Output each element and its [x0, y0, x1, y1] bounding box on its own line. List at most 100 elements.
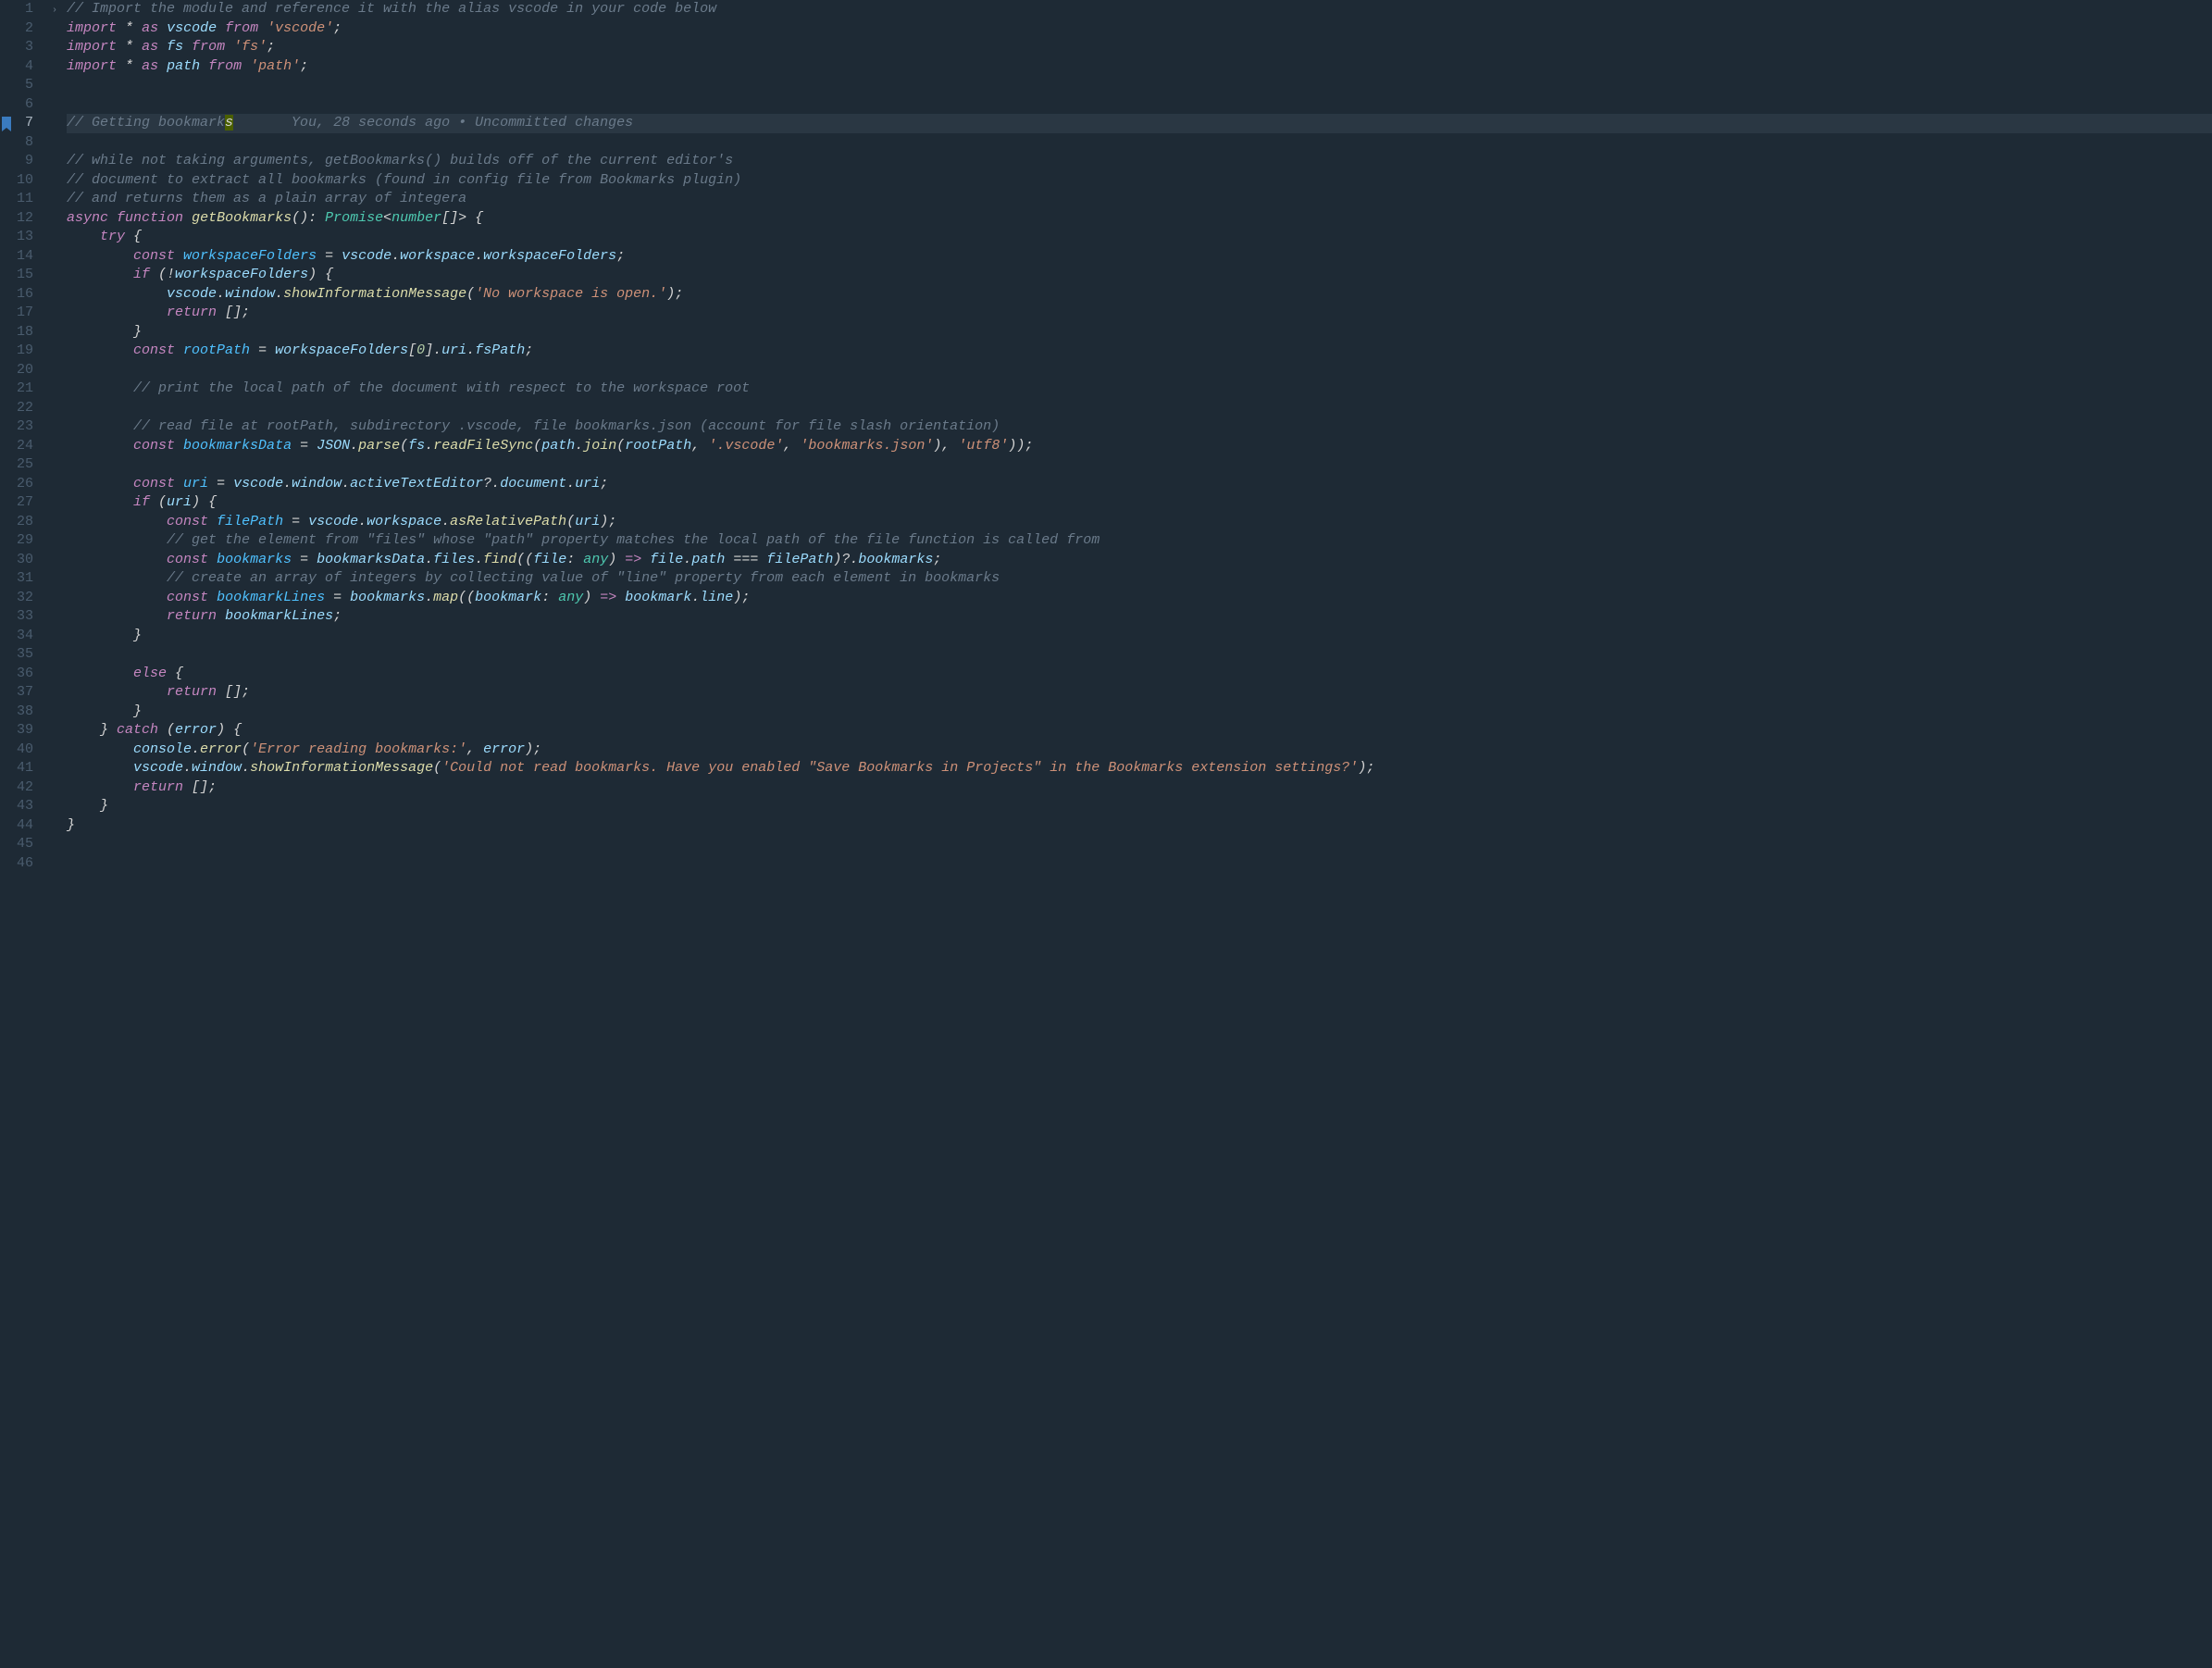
line-number: 22	[15, 399, 33, 418]
code-line[interactable]: return [];	[67, 778, 2212, 798]
code-line[interactable]	[67, 95, 2212, 115]
line-number: 32	[15, 589, 33, 608]
code-line[interactable]	[67, 133, 2212, 153]
code-line[interactable]: async function getBookmarks(): Promise<n…	[67, 209, 2212, 229]
line-number: 19	[15, 342, 33, 361]
line-number: 12	[15, 209, 33, 229]
line-number: 43	[15, 797, 33, 816]
line-number: 9	[15, 152, 33, 171]
line-number: 44	[15, 816, 33, 836]
code-line[interactable]: return [];	[67, 683, 2212, 703]
code-editor[interactable]: 1234567891011121314151617181920212223242…	[0, 0, 2212, 1668]
line-number: 37	[15, 683, 33, 703]
cursor-selection: s	[225, 115, 233, 131]
code-line[interactable]: }	[67, 703, 2212, 722]
line-number: 38	[15, 703, 33, 722]
line-number: 46	[15, 854, 33, 874]
code-line[interactable]: vscode.window.showInformationMessage('No…	[67, 285, 2212, 305]
code-line[interactable]: return bookmarkLines;	[67, 607, 2212, 627]
code-line[interactable]: if (uri) {	[67, 493, 2212, 513]
code-line[interactable]: // print the local path of the document …	[67, 380, 2212, 399]
code-line[interactable]	[67, 76, 2212, 95]
code-line[interactable]: const bookmarkLines = bookmarks.map((boo…	[67, 589, 2212, 608]
line-number: 24	[15, 437, 33, 456]
line-number: 29	[15, 531, 33, 551]
code-line[interactable]: }	[67, 797, 2212, 816]
line-number: 11	[15, 190, 33, 209]
line-number: 5	[15, 76, 33, 95]
line-number: 36	[15, 665, 33, 684]
code-line[interactable]: return [];	[67, 304, 2212, 323]
line-number: 13	[15, 228, 33, 247]
line-number: 33	[15, 607, 33, 627]
line-number: 40	[15, 741, 33, 760]
line-number: 28	[15, 513, 33, 532]
code-line[interactable]: }	[67, 323, 2212, 342]
code-content[interactable]: // Import the module and reference it wi…	[67, 0, 2212, 1668]
line-number: 35	[15, 645, 33, 665]
code-line[interactable]	[67, 835, 2212, 854]
code-line[interactable]: // and returns them as a plain array of …	[67, 190, 2212, 209]
line-number: 27	[15, 493, 33, 513]
code-line[interactable]: // Getting bookmarks You, 28 seconds ago…	[67, 114, 2212, 133]
line-number: 39	[15, 721, 33, 741]
line-number: 15	[15, 266, 33, 285]
code-line[interactable]: // read file at rootPath, subdirectory .…	[67, 417, 2212, 437]
code-line[interactable]: const bookmarksData = JSON.parse(fs.read…	[67, 437, 2212, 456]
line-number: 4	[15, 57, 33, 77]
code-line[interactable]	[67, 361, 2212, 380]
line-number: 7	[15, 114, 33, 133]
line-number: 41	[15, 759, 33, 778]
code-line[interactable]: }	[67, 627, 2212, 646]
code-line[interactable]: // while not taking arguments, getBookma…	[67, 152, 2212, 171]
line-number: 17	[15, 304, 33, 323]
code-line[interactable]: // create an array of integers by collec…	[67, 569, 2212, 589]
fold-chevron-icon[interactable]: ›	[52, 6, 57, 16]
line-number-gutter[interactable]: 1234567891011121314151617181920212223242…	[15, 0, 52, 1668]
line-number: 2	[15, 19, 33, 39]
bookmark-icon[interactable]	[2, 117, 11, 128]
line-number: 42	[15, 778, 33, 798]
line-number: 16	[15, 285, 33, 305]
line-number: 1	[15, 0, 33, 19]
line-number: 10	[15, 171, 33, 191]
code-line[interactable]: if (!workspaceFolders) {	[67, 266, 2212, 285]
code-line[interactable]: import * as path from 'path';	[67, 57, 2212, 77]
line-number: 3	[15, 38, 33, 57]
code-line[interactable]: // document to extract all bookmarks (fo…	[67, 171, 2212, 191]
code-line[interactable]: const rootPath = workspaceFolders[0].uri…	[67, 342, 2212, 361]
code-line[interactable]: const bookmarks = bookmarksData.files.fi…	[67, 551, 2212, 570]
code-line[interactable]: const workspaceFolders = vscode.workspac…	[67, 247, 2212, 267]
code-line[interactable]: const filePath = vscode.workspace.asRela…	[67, 513, 2212, 532]
code-line[interactable]: } catch (error) {	[67, 721, 2212, 741]
code-line[interactable]	[67, 455, 2212, 475]
code-line[interactable]: const uri = vscode.window.activeTextEdit…	[67, 475, 2212, 494]
line-number: 25	[15, 455, 33, 475]
line-number: 26	[15, 475, 33, 494]
code-line[interactable]: }	[67, 816, 2212, 836]
line-number: 34	[15, 627, 33, 646]
code-line[interactable]: vscode.window.showInformationMessage('Co…	[67, 759, 2212, 778]
code-line[interactable]: // Import the module and reference it wi…	[67, 0, 2212, 19]
fold-column[interactable]: ›	[52, 0, 67, 1668]
line-number: 6	[15, 95, 33, 115]
line-number: 14	[15, 247, 33, 267]
code-line[interactable]	[67, 399, 2212, 418]
line-number: 31	[15, 569, 33, 589]
code-line[interactable]: else {	[67, 665, 2212, 684]
glyph-margin[interactable]	[0, 0, 15, 1668]
line-number: 21	[15, 380, 33, 399]
code-line[interactable]	[67, 645, 2212, 665]
git-blame-annotation[interactable]: You, 28 seconds ago • Uncommitted change…	[233, 115, 633, 131]
line-number: 18	[15, 323, 33, 342]
code-line[interactable]: console.error('Error reading bookmarks:'…	[67, 741, 2212, 760]
code-line[interactable]: import * as vscode from 'vscode';	[67, 19, 2212, 39]
line-number: 8	[15, 133, 33, 153]
code-line[interactable]: import * as fs from 'fs';	[67, 38, 2212, 57]
line-number: 23	[15, 417, 33, 437]
line-number: 20	[15, 361, 33, 380]
code-line[interactable]: try {	[67, 228, 2212, 247]
line-number: 30	[15, 551, 33, 570]
code-line[interactable]: // get the element from "files" whose "p…	[67, 531, 2212, 551]
code-line[interactable]	[67, 854, 2212, 874]
